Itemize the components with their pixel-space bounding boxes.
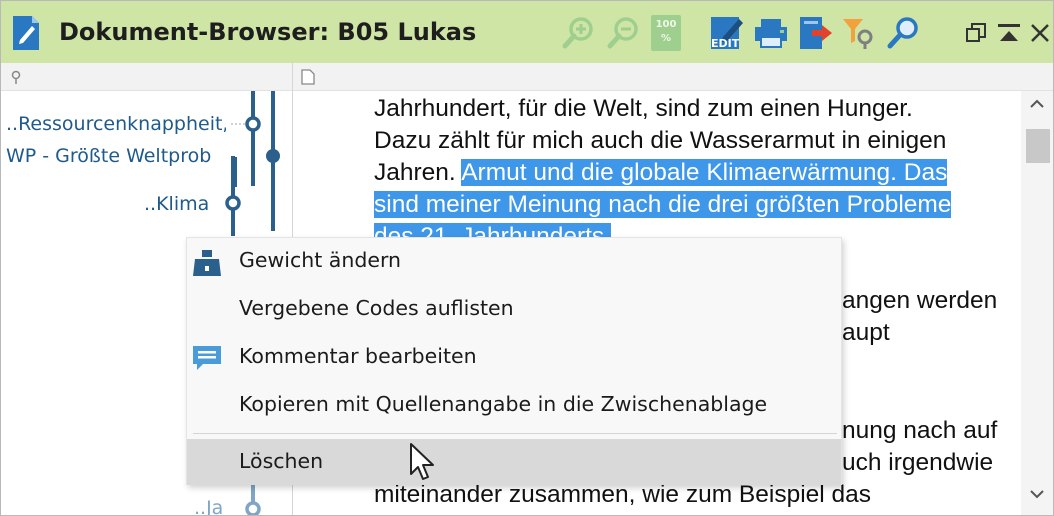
page-icon — [301, 69, 315, 85]
context-menu: Gewicht ändern Vergebene Codes auflisten… — [186, 237, 842, 485]
text-line: Jahren. Armut und die globale Klimaerwär… — [374, 157, 1024, 189]
menu-item-kommentar-bearbeiten[interactable]: Kommentar bearbeiten — [187, 334, 841, 380]
scroll-down-icon[interactable] — [1029, 489, 1045, 499]
text-fragment: nung nach auf — [842, 417, 998, 444]
document-text: Jahrhundert, für die Welt, sind zum eine… — [374, 93, 1024, 253]
code-pin-icon — [11, 70, 21, 84]
filter-icon[interactable] — [841, 15, 877, 51]
zoom-in-icon[interactable] — [561, 15, 597, 51]
restore-window-icon[interactable] — [964, 21, 988, 45]
scroll-thumb[interactable] — [1026, 129, 1050, 163]
menu-item-label: Kopieren mit Quellenangabe in die Zwisch… — [239, 392, 768, 416]
selected-text: sind meiner Meinung nach die drei größte… — [374, 191, 952, 218]
text-line: Jahrhundert, für die Welt, sind zum eine… — [374, 95, 913, 122]
menu-item-kopieren-quellenangabe[interactable]: Kopieren mit Quellenangabe in die Zwisch… — [187, 382, 841, 428]
weight-icon — [193, 250, 221, 276]
collapse-icon[interactable] — [996, 21, 1022, 45]
pane-header — [1, 63, 1053, 91]
pane-divider — [292, 63, 293, 91]
text-line: Dazu zählt für mich auch die Wasserarmut… — [374, 127, 947, 154]
document-browser-window: Dokument-Browser: B05 Lukas 100 % EDIT .… — [0, 0, 1054, 516]
menu-item-label: Kommentar bearbeiten — [239, 344, 477, 368]
code-label-ressourcenknappheit[interactable]: ..Ressourcenknappheit, Gesellschaft — [6, 113, 226, 135]
title-bar: Dokument-Browser: B05 Lukas 100 % EDIT — [1, 1, 1053, 63]
menu-item-gewicht-aendern[interactable]: Gewicht ändern — [187, 238, 841, 284]
code-label-ja[interactable]: ..Ja — [194, 497, 223, 515]
menu-item-loeschen[interactable]: Löschen — [187, 439, 841, 485]
text-fragment: angen werden — [842, 287, 998, 314]
mouse-cursor-icon — [410, 443, 434, 480]
text-line: miteinander zusammen, wie zum Beispiel d… — [374, 481, 872, 508]
document-icon — [13, 16, 39, 50]
search-icon[interactable] — [885, 15, 921, 51]
window-title: Dokument-Browser: B05 Lukas — [59, 18, 477, 46]
menu-item-label: Vergebene Codes auflisten — [239, 296, 514, 320]
menu-item-label: Löschen — [239, 449, 324, 473]
zoom-100-badge: 100 % — [655, 19, 677, 44]
code-label-klima[interactable]: ..Klima — [144, 193, 209, 215]
close-icon[interactable] — [1029, 21, 1051, 45]
text-plain: Jahren. — [374, 159, 462, 186]
comment-icon — [193, 346, 221, 370]
edit-badge: EDIT — [711, 37, 740, 50]
export-icon[interactable] — [798, 15, 834, 51]
text-fragment: uch irgendwie — [842, 449, 994, 476]
text-line: sind meiner Meinung nach die drei größte… — [374, 189, 1024, 221]
menu-item-codes-auflisten[interactable]: Vergebene Codes auflisten — [187, 286, 841, 332]
scroll-up-icon[interactable] — [1029, 99, 1045, 109]
menu-item-label: Gewicht ändern — [239, 248, 402, 272]
zoom-out-icon[interactable] — [606, 15, 642, 51]
menu-separator — [193, 433, 837, 434]
text-fragment: aupt — [842, 319, 890, 346]
print-icon[interactable] — [753, 15, 789, 51]
code-label-weltprobleme[interactable]: WP - Größte Weltprobleme — [6, 145, 212, 167]
selected-text: Armut und die globale Klimaerwärmung. Da… — [461, 159, 948, 186]
zoom-100-icon[interactable]: 100 % — [651, 15, 681, 51]
edit-icon[interactable]: EDIT — [709, 15, 745, 51]
